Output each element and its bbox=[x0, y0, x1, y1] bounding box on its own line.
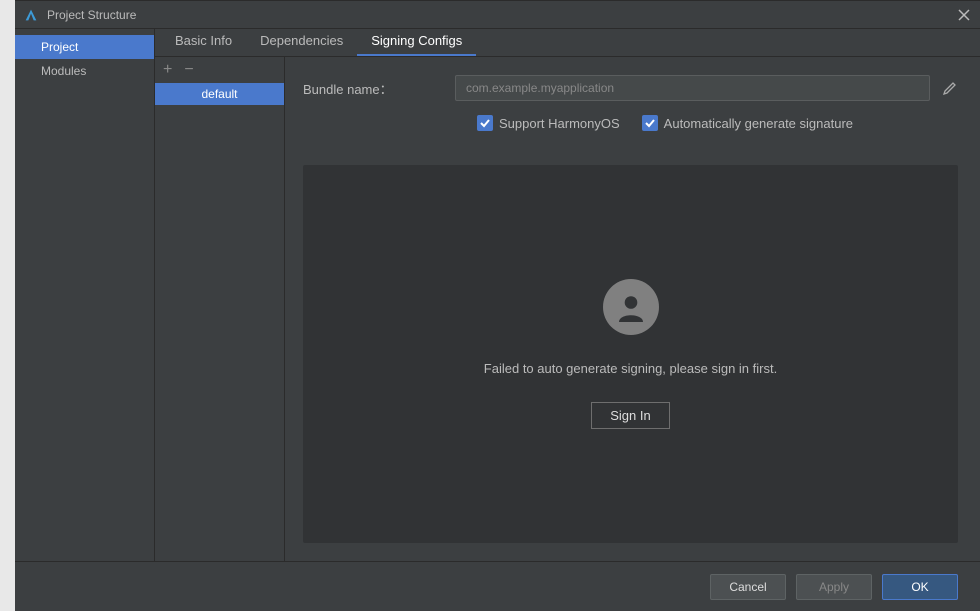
ide-backdrop bbox=[0, 0, 15, 611]
tab-basic-info[interactable]: Basic Info bbox=[161, 27, 246, 56]
checkbox-row: Support HarmonyOS Automatically generate… bbox=[303, 115, 958, 131]
sidebar-item-label: Project bbox=[41, 40, 78, 54]
edit-icon[interactable] bbox=[942, 80, 958, 96]
titlebar: Project Structure bbox=[15, 1, 980, 29]
avatar-icon bbox=[603, 279, 659, 335]
tab-label: Basic Info bbox=[175, 33, 232, 48]
bundle-name-label: Bundle name： bbox=[303, 79, 443, 98]
cancel-button[interactable]: Cancel bbox=[710, 574, 786, 600]
signin-panel: Failed to auto generate signing, please … bbox=[303, 165, 958, 543]
checkbox-label: Automatically generate signature bbox=[664, 116, 853, 131]
auto-generate-checkbox[interactable]: Automatically generate signature bbox=[642, 115, 853, 131]
config-item-label: default bbox=[201, 87, 237, 101]
ok-button[interactable]: OK bbox=[882, 574, 958, 600]
remove-config-icon[interactable]: − bbox=[184, 62, 193, 78]
sidebar-item-label: Modules bbox=[41, 64, 86, 78]
add-config-icon[interactable]: + bbox=[163, 62, 172, 78]
bundle-name-row: Bundle name： bbox=[303, 75, 958, 101]
window-title: Project Structure bbox=[47, 8, 956, 22]
checkmark-icon bbox=[642, 115, 658, 131]
signin-message: Failed to auto generate signing, please … bbox=[484, 361, 777, 376]
main-panel: Basic Info Dependencies Signing Configs … bbox=[155, 29, 980, 561]
tab-content: + − default Bundle name： bbox=[155, 57, 980, 561]
checkmark-icon bbox=[477, 115, 493, 131]
sidebar-item-modules[interactable]: Modules bbox=[15, 59, 154, 83]
tab-label: Dependencies bbox=[260, 33, 343, 48]
tab-signing-configs[interactable]: Signing Configs bbox=[357, 27, 476, 56]
config-list-column: + − default bbox=[155, 57, 285, 561]
dialog-body: Project Modules Basic Info Dependencies … bbox=[15, 29, 980, 561]
project-structure-dialog: Project Structure Project Modules Basic … bbox=[15, 0, 980, 611]
sidebar: Project Modules bbox=[15, 29, 155, 561]
bundle-name-input[interactable] bbox=[455, 75, 930, 101]
checkbox-label: Support HarmonyOS bbox=[499, 116, 620, 131]
sidebar-item-project[interactable]: Project bbox=[15, 35, 154, 59]
close-icon[interactable] bbox=[956, 7, 972, 23]
config-item-default[interactable]: default bbox=[155, 83, 284, 105]
apply-button[interactable]: Apply bbox=[796, 574, 872, 600]
config-toolbar: + − bbox=[155, 57, 284, 83]
tab-label: Signing Configs bbox=[371, 33, 462, 48]
support-harmonyos-checkbox[interactable]: Support HarmonyOS bbox=[477, 115, 620, 131]
tabs: Basic Info Dependencies Signing Configs bbox=[155, 29, 980, 57]
sign-in-button[interactable]: Sign In bbox=[591, 402, 669, 429]
app-logo-icon bbox=[23, 7, 39, 23]
signing-form: Bundle name： Support HarmonyOS bbox=[285, 57, 980, 561]
footer: Cancel Apply OK bbox=[15, 561, 980, 611]
tab-dependencies[interactable]: Dependencies bbox=[246, 27, 357, 56]
